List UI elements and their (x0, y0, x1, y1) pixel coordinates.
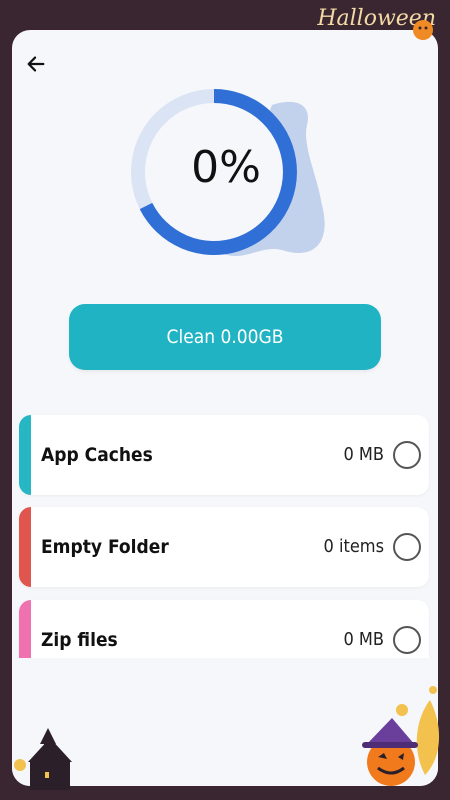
item-value: 0 MB (343, 444, 384, 465)
list-item-app-caches[interactable]: App Caches 0 MB (19, 415, 429, 495)
item-label: Empty Folder (41, 536, 169, 558)
item-label: App Caches (41, 444, 153, 466)
back-button[interactable] (20, 48, 52, 80)
radio-button[interactable] (393, 441, 421, 469)
main-card: 0% Clean 0.00GB App Caches 0 MB Empty Fo… (12, 30, 438, 786)
radio-button[interactable] (393, 533, 421, 561)
percent-text: 0% (191, 142, 261, 193)
item-accent (19, 415, 31, 495)
item-value: 0 items (323, 536, 384, 557)
bottom-fade (12, 658, 438, 786)
item-accent (19, 507, 31, 587)
radio-button[interactable] (393, 626, 421, 654)
arrow-left-icon (27, 56, 45, 72)
clean-button[interactable]: Clean 0.00GB (69, 304, 381, 370)
list-item-empty-folder[interactable]: Empty Folder 0 items (19, 507, 429, 587)
brand-text: Halloween (317, 6, 436, 31)
